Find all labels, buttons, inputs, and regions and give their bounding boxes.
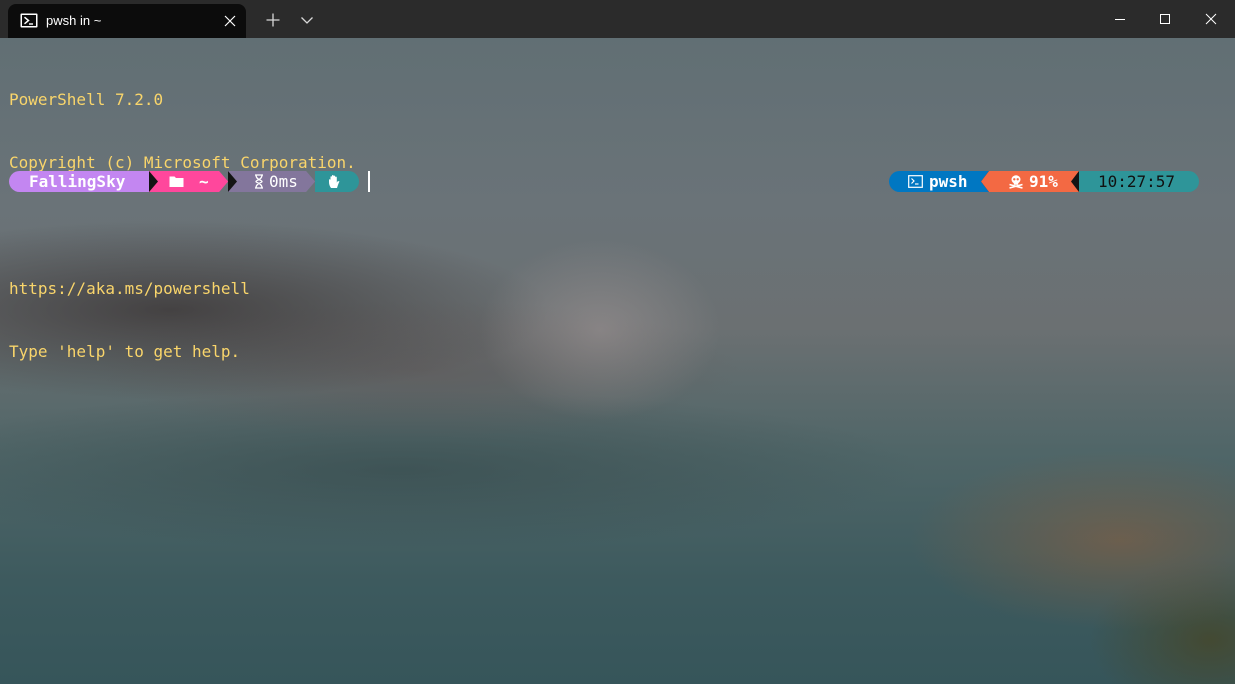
prompt-shell: pwsh <box>929 172 968 191</box>
terminal-window: pwsh in ~ PowerShell 7.2.0 Copyright (c)… <box>0 0 1235 684</box>
maximize-icon <box>1160 14 1170 24</box>
prompt-battery: 91% <box>1029 172 1058 191</box>
terminal-output[interactable]: PowerShell 7.2.0 Copyright (c) Microsoft… <box>9 47 1235 404</box>
maximize-button[interactable] <box>1142 0 1188 38</box>
prompt-user: FallingSky <box>29 172 126 191</box>
terminal-icon <box>908 175 923 188</box>
text-cursor <box>368 171 370 192</box>
terminal-line: https://aka.ms/powershell <box>9 279 250 298</box>
skull-icon <box>1009 175 1023 189</box>
tab-pwsh[interactable]: pwsh in ~ <box>8 4 246 38</box>
prompt-path: ~ <box>199 172 209 191</box>
plus-icon[interactable] <box>265 12 281 28</box>
folder-icon <box>169 176 184 187</box>
close-icon <box>1205 13 1217 25</box>
prompt-duration: 0ms <box>269 172 298 191</box>
tab-title: pwsh in ~ <box>46 13 102 28</box>
prompt-time: 10:27:57 <box>1098 172 1176 191</box>
chevron-down-icon[interactable] <box>299 12 315 28</box>
close-window-button[interactable] <box>1188 0 1234 38</box>
terminal-line: Copyright (c) Microsoft Corporation. <box>9 153 356 172</box>
terminal-line: PowerShell 7.2.0 <box>9 90 164 109</box>
powershell-icon <box>20 13 38 28</box>
hourglass-icon <box>255 174 263 189</box>
minimize-icon <box>1115 19 1125 20</box>
close-icon[interactable] <box>222 13 238 29</box>
minimize-button[interactable] <box>1097 0 1143 38</box>
title-bar: pwsh in ~ <box>0 0 1235 38</box>
hand-icon <box>329 174 340 188</box>
terminal-line: Type 'help' to get help. <box>9 342 241 361</box>
